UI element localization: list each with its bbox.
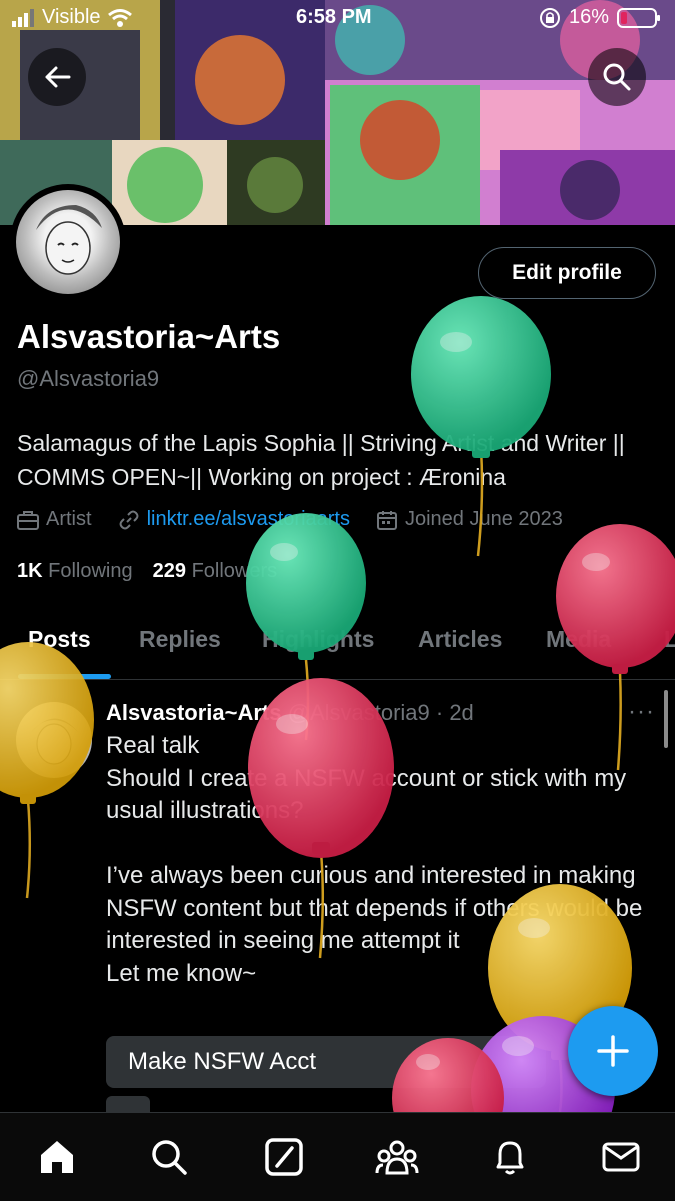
post-line xyxy=(106,828,646,861)
nav-search[interactable] xyxy=(141,1133,197,1181)
search-icon xyxy=(603,63,631,91)
wifi-icon xyxy=(107,8,132,27)
briefcase-icon xyxy=(17,510,39,530)
plus-icon xyxy=(597,1035,629,1067)
tab-likes[interactable]: L xyxy=(664,626,675,653)
followers-count: 229 xyxy=(152,560,186,582)
post-more-icon[interactable]: ··· xyxy=(628,698,655,726)
signal-icon xyxy=(12,8,34,27)
profile-category: Artist xyxy=(17,508,92,531)
tab-media[interactable]: Media xyxy=(546,626,611,653)
poll-option-1[interactable]: Make NSFW Acct xyxy=(106,1036,546,1088)
profile-meta: Artist linktr.ee/alsvastoriaarts Joined … xyxy=(17,508,589,531)
post-author-name[interactable]: Alsvastoria~Arts xyxy=(106,700,281,725)
active-tab-indicator xyxy=(18,674,111,679)
messages-icon xyxy=(602,1142,640,1172)
tab-posts[interactable]: Posts xyxy=(28,626,91,653)
communities-icon xyxy=(375,1140,419,1175)
home-icon xyxy=(41,1141,73,1173)
post-line: I’ve always been curious and interested … xyxy=(106,862,643,954)
nav-messages[interactable] xyxy=(593,1133,649,1181)
profile-display-name: Alsvastoria~Arts xyxy=(17,318,281,355)
bottom-navigation xyxy=(0,1112,675,1201)
nav-notifications[interactable] xyxy=(482,1133,538,1181)
status-left: Visible xyxy=(12,6,133,29)
followers-link[interactable]: 229 Followers xyxy=(153,560,278,583)
orientation-lock-icon xyxy=(539,7,560,28)
compose-post-button[interactable] xyxy=(568,1006,658,1096)
battery-percent: 16% xyxy=(568,6,609,28)
post-meta: @Alsvastoria9 · 2d xyxy=(287,700,474,725)
status-bar: Visible 6:58 PM 16% xyxy=(0,0,675,38)
poll-option-1-label: Make NSFW Acct xyxy=(128,1048,317,1075)
profile-handle: @Alsvastoria9 xyxy=(17,366,160,391)
search-profile-button[interactable] xyxy=(588,48,646,106)
back-button[interactable] xyxy=(28,48,86,106)
calendar-icon xyxy=(376,510,397,530)
edit-profile-button[interactable]: Edit profile xyxy=(478,247,656,299)
avatar-image xyxy=(16,190,120,294)
nav-communities[interactable] xyxy=(369,1133,425,1181)
post-line: Should I create a NSFW account or stick … xyxy=(106,764,627,825)
battery-icon xyxy=(617,7,660,28)
following-label: Following xyxy=(48,560,133,582)
tab-highlights[interactable]: Highlights xyxy=(262,626,374,653)
search-icon xyxy=(152,1140,187,1175)
tab-replies[interactable]: Replies xyxy=(139,626,221,653)
following-count: 1K xyxy=(17,560,43,582)
status-time: 6:58 PM xyxy=(296,6,372,28)
follow-stats: 1K Following 229 Followers xyxy=(17,560,277,583)
following-link[interactable]: 1K Following xyxy=(17,560,133,583)
profile-link[interactable]: linktr.ee/alsvastoriaarts xyxy=(118,508,350,531)
post-author-avatar[interactable] xyxy=(16,702,92,778)
profile-joined: Joined June 2023 xyxy=(376,508,563,531)
status-right: 16% xyxy=(539,6,661,29)
post-text: Real talk Should I create a NSFW account… xyxy=(106,730,646,990)
carrier-label: Visible xyxy=(42,6,101,28)
notifications-icon xyxy=(496,1141,524,1175)
poll-option-2[interactable] xyxy=(106,1096,150,1112)
post-line: Let me know~ xyxy=(106,959,257,987)
nav-grok[interactable] xyxy=(256,1133,312,1181)
profile-joined-label: Joined June 2023 xyxy=(404,508,563,530)
profile-category-label: Artist xyxy=(46,508,92,530)
profile-link-text[interactable]: linktr.ee/alsvastoriaarts xyxy=(147,508,350,531)
grok-icon xyxy=(265,1138,303,1176)
tab-articles[interactable]: Articles xyxy=(418,626,502,653)
back-arrow-icon xyxy=(45,66,71,88)
nav-home[interactable] xyxy=(29,1133,85,1181)
post-header: Alsvastoria~Arts @Alsvastoria9 · 2d xyxy=(106,700,474,726)
profile-avatar[interactable] xyxy=(10,184,126,300)
post-line: Real talk xyxy=(106,732,200,759)
avatar-illustration xyxy=(36,205,102,275)
profile-tabs: Posts Replies Highlights Articles Media … xyxy=(0,612,675,680)
link-icon xyxy=(119,510,139,529)
post-avatar-illustration xyxy=(30,718,78,765)
profile-bio: Salamagus of the Lapis Sophia || Strivin… xyxy=(17,430,625,490)
scrollbar[interactable] xyxy=(664,690,668,748)
followers-label: Followers xyxy=(191,560,278,582)
